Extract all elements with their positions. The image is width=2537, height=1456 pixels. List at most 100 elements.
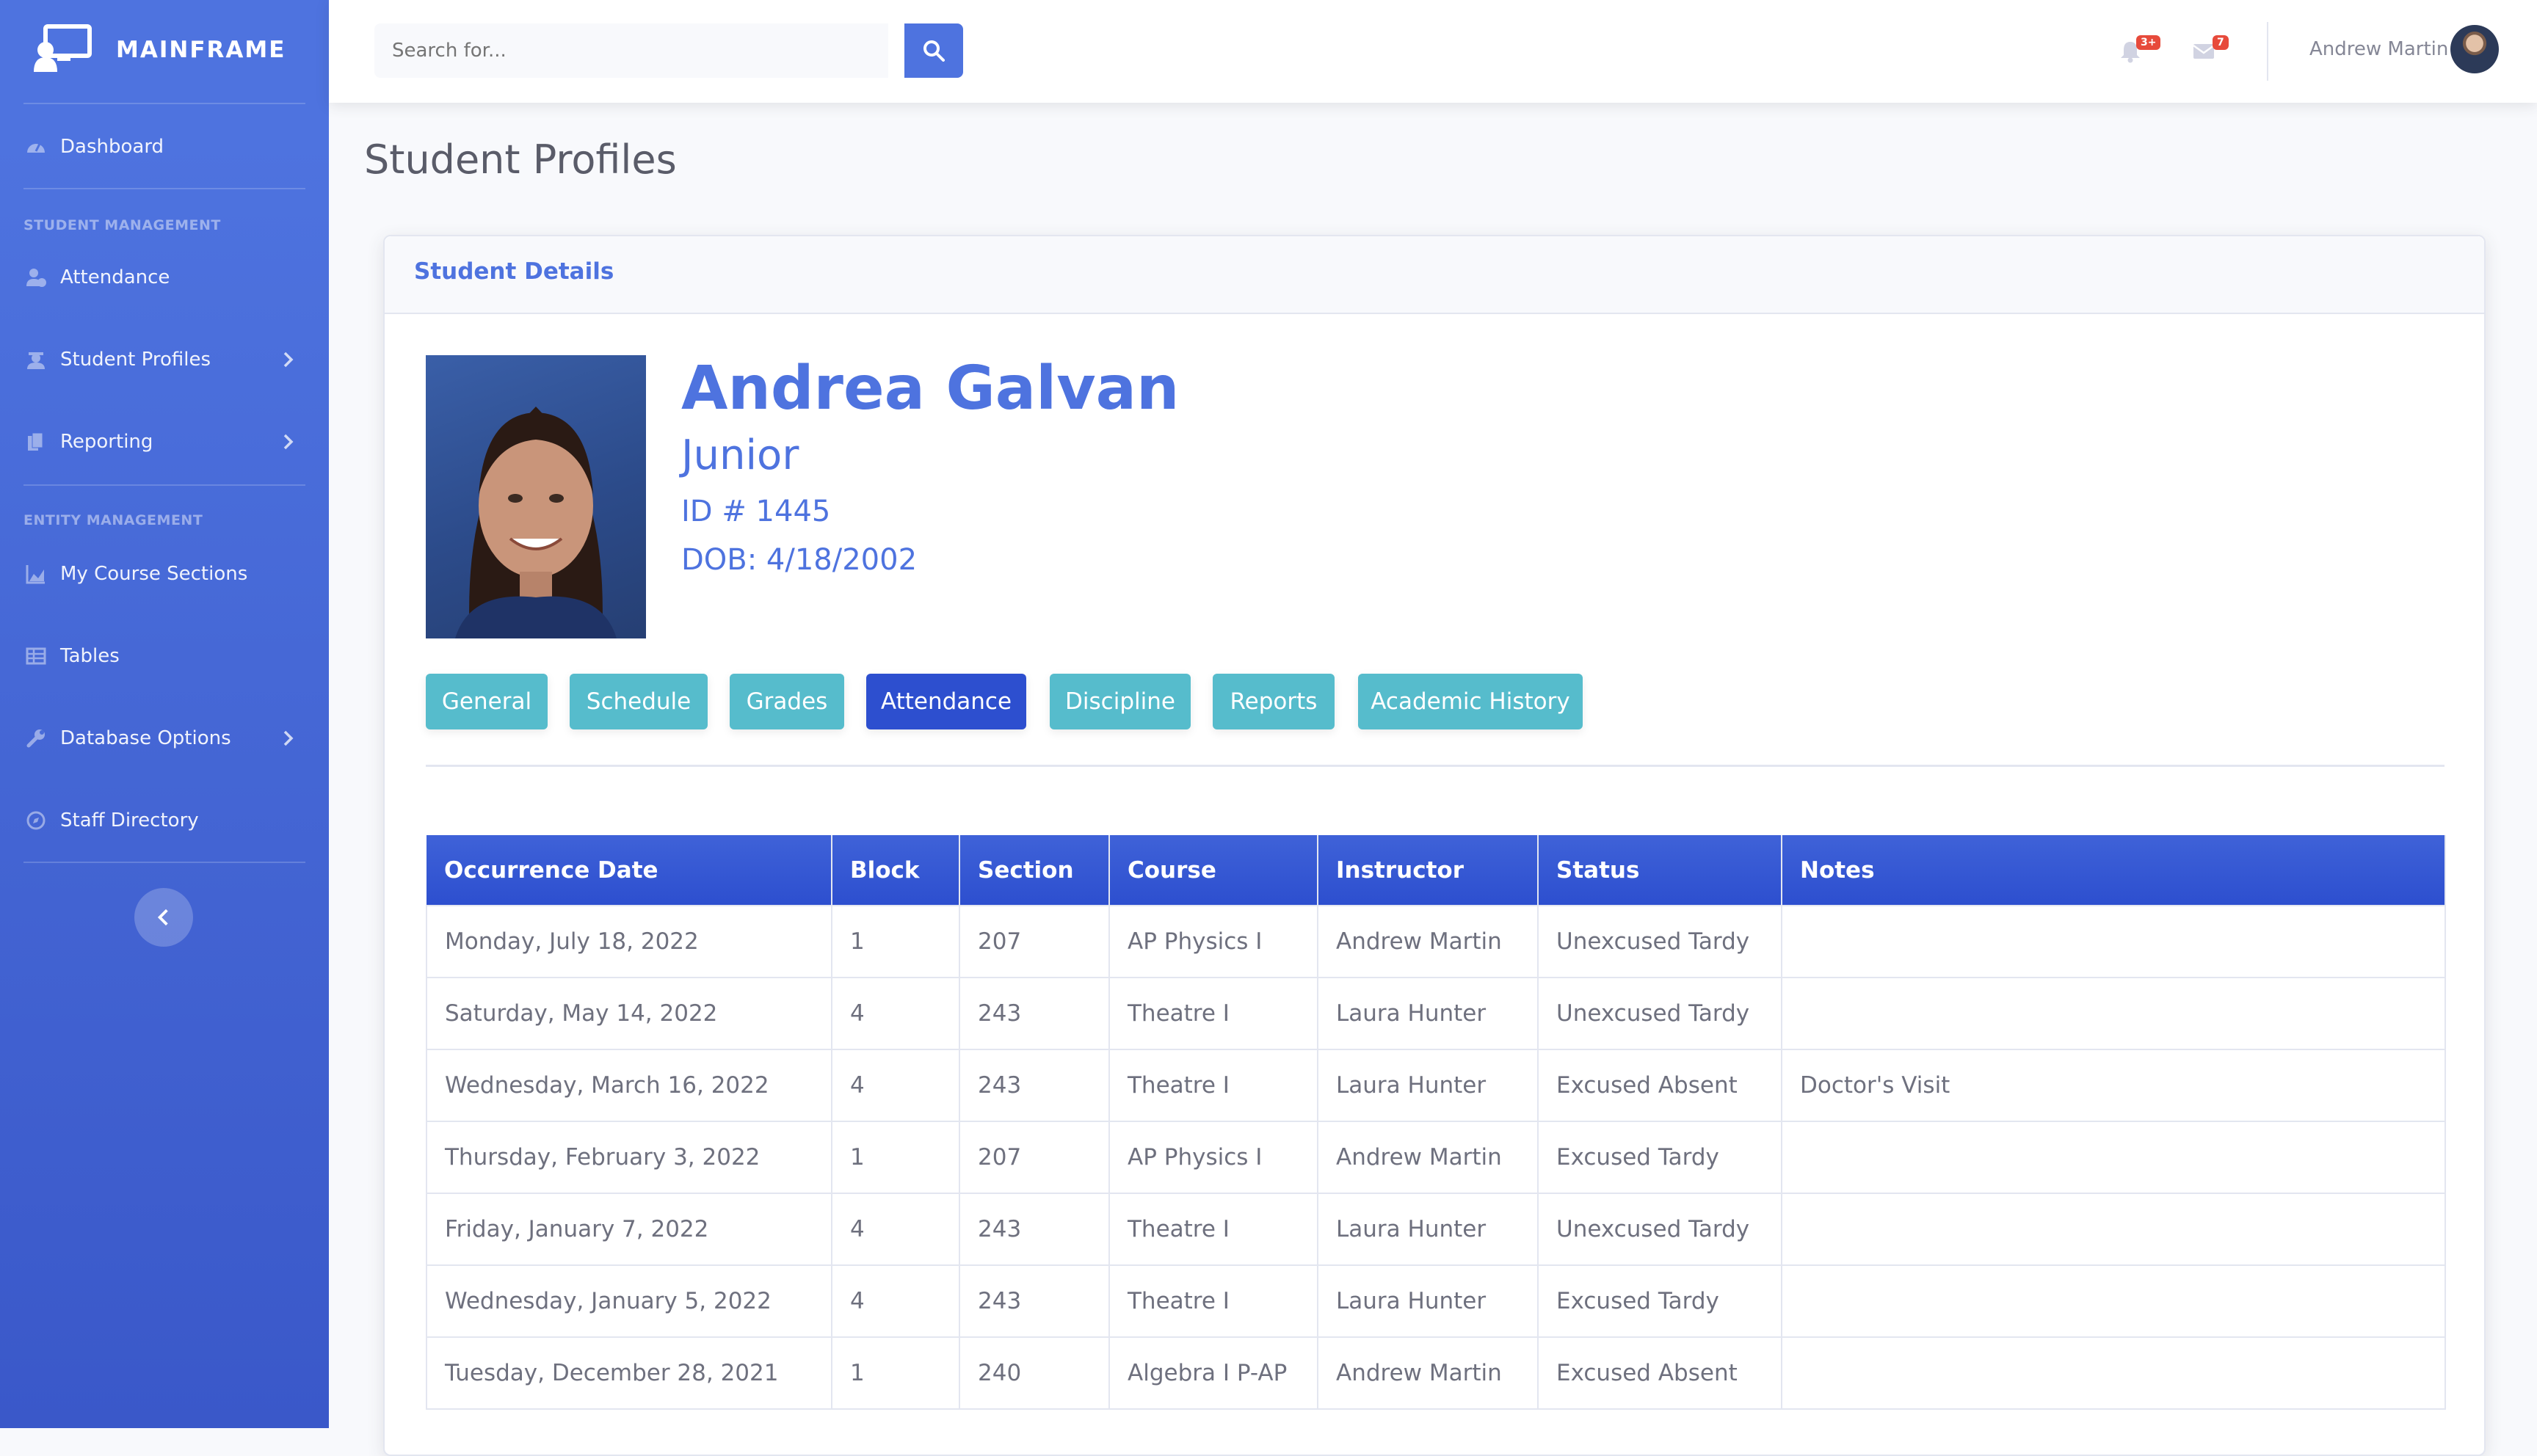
- tab-general[interactable]: General: [426, 674, 548, 729]
- cell-status: Unexcused Tardy: [1537, 905, 1782, 978]
- column-header[interactable]: Status: [1538, 835, 1782, 906]
- messages-dropdown[interactable]: 7: [2189, 32, 2229, 69]
- column-header[interactable]: Section: [959, 835, 1110, 906]
- cell-section: 207: [959, 1121, 1110, 1194]
- column-header[interactable]: Block: [832, 835, 960, 906]
- cell-instructor: Andrew Martin: [1317, 905, 1539, 978]
- search-button[interactable]: [904, 23, 963, 78]
- wrench-icon: [23, 726, 48, 751]
- cell-status: Unexcused Tardy: [1537, 1193, 1782, 1266]
- classroom-icon: [32, 23, 92, 76]
- cell-block: 1: [831, 1336, 960, 1410]
- tab-schedule[interactable]: Schedule: [570, 674, 708, 729]
- column-header[interactable]: Course: [1109, 835, 1318, 906]
- attendance-table: Occurrence Date Block Section Course Ins…: [426, 835, 2446, 1410]
- cell-instructor: Laura Hunter: [1317, 1193, 1539, 1266]
- chart-area-icon: [23, 561, 48, 586]
- user-clock-icon: [23, 265, 48, 290]
- cell-course: AP Physics I: [1108, 1121, 1318, 1194]
- cell-course: Theatre I: [1108, 1193, 1318, 1266]
- cell-date: Wednesday, March 16, 2022: [426, 1049, 832, 1122]
- tab-reports[interactable]: Reports: [1213, 674, 1335, 729]
- cell-status: Excused Tardy: [1537, 1121, 1782, 1194]
- tachometer-icon: [23, 134, 48, 159]
- sidebar-item-student-profiles[interactable]: Student Profiles: [23, 338, 305, 382]
- tab-attendance[interactable]: Attendance: [866, 674, 1026, 729]
- chevron-right-icon: [283, 352, 294, 368]
- student-name: Andrea Galvan: [681, 354, 1180, 423]
- alerts-badge: 3+: [2136, 35, 2161, 50]
- cell-date: Saturday, May 14, 2022: [426, 977, 832, 1050]
- brand-link[interactable]: MAINFRAME: [32, 23, 286, 76]
- student-dob: DOB: 4/18/2002: [681, 543, 918, 577]
- sidebar-divider: [23, 188, 305, 189]
- table-row: Thursday, February 3, 2022 1 207 AP Phys…: [426, 1121, 2446, 1194]
- brand-name: MAINFRAME: [116, 37, 286, 63]
- cell-block: 1: [831, 905, 960, 978]
- user-name[interactable]: Andrew Martin: [2309, 38, 2448, 60]
- avatar[interactable]: [2450, 25, 2499, 73]
- cell-instructor: Andrew Martin: [1317, 1336, 1539, 1410]
- cell-status: Excused Tardy: [1537, 1264, 1782, 1338]
- tab-grades[interactable]: Grades: [730, 674, 844, 729]
- chevron-right-icon: [283, 730, 294, 746]
- table-row: Monday, July 18, 2022 1 207 AP Physics I…: [426, 905, 2446, 978]
- cell-course: Theatre I: [1108, 977, 1318, 1050]
- sidebar-divider: [23, 862, 305, 863]
- cell-block: 4: [831, 977, 960, 1050]
- cell-section: 243: [959, 1264, 1110, 1338]
- sidebar-heading: ENTITY MANAGEMENT: [23, 512, 203, 528]
- column-header[interactable]: Notes: [1782, 835, 2446, 906]
- student-details-card: Student Details Andrea Galvan Junior ID …: [383, 235, 2486, 1456]
- cell-block: 4: [831, 1264, 960, 1338]
- cell-section: 243: [959, 1193, 1110, 1266]
- cell-notes: [1781, 977, 2446, 1050]
- cell-block: 4: [831, 1193, 960, 1266]
- student-photo: [426, 355, 646, 638]
- cell-block: 4: [831, 1049, 960, 1122]
- sidebar-item-attendance[interactable]: Attendance: [23, 255, 305, 299]
- cell-notes: [1781, 1264, 2446, 1338]
- sidebar-item-staff-directory[interactable]: Staff Directory: [23, 798, 305, 842]
- card-title: Student Details: [414, 258, 614, 285]
- tab-discipline[interactable]: Discipline: [1050, 674, 1191, 729]
- search-input[interactable]: [374, 23, 888, 78]
- cell-notes: [1781, 905, 2446, 978]
- cell-instructor: Andrew Martin: [1317, 1121, 1539, 1194]
- cell-status: Excused Absent: [1537, 1336, 1782, 1410]
- cell-section: 207: [959, 905, 1110, 978]
- sidebar-item-my-course-sections[interactable]: My Course Sections: [23, 552, 305, 596]
- cell-instructor: Laura Hunter: [1317, 1049, 1539, 1122]
- cell-section: 243: [959, 1049, 1110, 1122]
- table-icon: [23, 644, 48, 669]
- cell-date: Thursday, February 3, 2022: [426, 1121, 832, 1194]
- cell-date: Monday, July 18, 2022: [426, 905, 832, 978]
- cell-notes: [1781, 1121, 2446, 1194]
- section-divider: [426, 765, 2445, 767]
- alerts-dropdown[interactable]: 3+: [2116, 32, 2161, 69]
- cell-date: Wednesday, January 5, 2022: [426, 1264, 832, 1338]
- sidebar-item-tables[interactable]: Tables: [23, 634, 305, 678]
- sidebar-item-reporting[interactable]: Reporting: [23, 420, 305, 464]
- chevron-left-icon: [157, 909, 168, 926]
- column-header[interactable]: Occurrence Date: [427, 835, 832, 906]
- cell-instructor: Laura Hunter: [1317, 1264, 1539, 1338]
- sidebar-item-label: Database Options: [60, 727, 231, 749]
- sidebar-item-database-options[interactable]: Database Options: [23, 716, 305, 760]
- cell-course: Theatre I: [1108, 1049, 1318, 1122]
- sidebar-divider: [23, 484, 305, 486]
- sidebar-item-label: Staff Directory: [60, 809, 199, 831]
- table-row: Tuesday, December 28, 2021 1 240 Algebra…: [426, 1336, 2446, 1410]
- sidebar: MAINFRAME Dashboard STUDENT MANAGEMENT A…: [0, 0, 329, 1428]
- table-row: Wednesday, March 16, 2022 4 243 Theatre …: [426, 1049, 2446, 1122]
- cell-notes: [1781, 1336, 2446, 1410]
- sidebar-toggle-button[interactable]: [134, 888, 193, 947]
- sidebar-item-label: Reporting: [60, 431, 153, 453]
- cell-block: 1: [831, 1121, 960, 1194]
- sidebar-item-dashboard[interactable]: Dashboard: [23, 125, 305, 169]
- tab-academic-history[interactable]: Academic History: [1358, 674, 1583, 729]
- copy-icon: [23, 429, 48, 454]
- column-header[interactable]: Instructor: [1318, 835, 1539, 906]
- sidebar-divider: [23, 103, 305, 104]
- topbar: 3+ 7: [329, 0, 2537, 103]
